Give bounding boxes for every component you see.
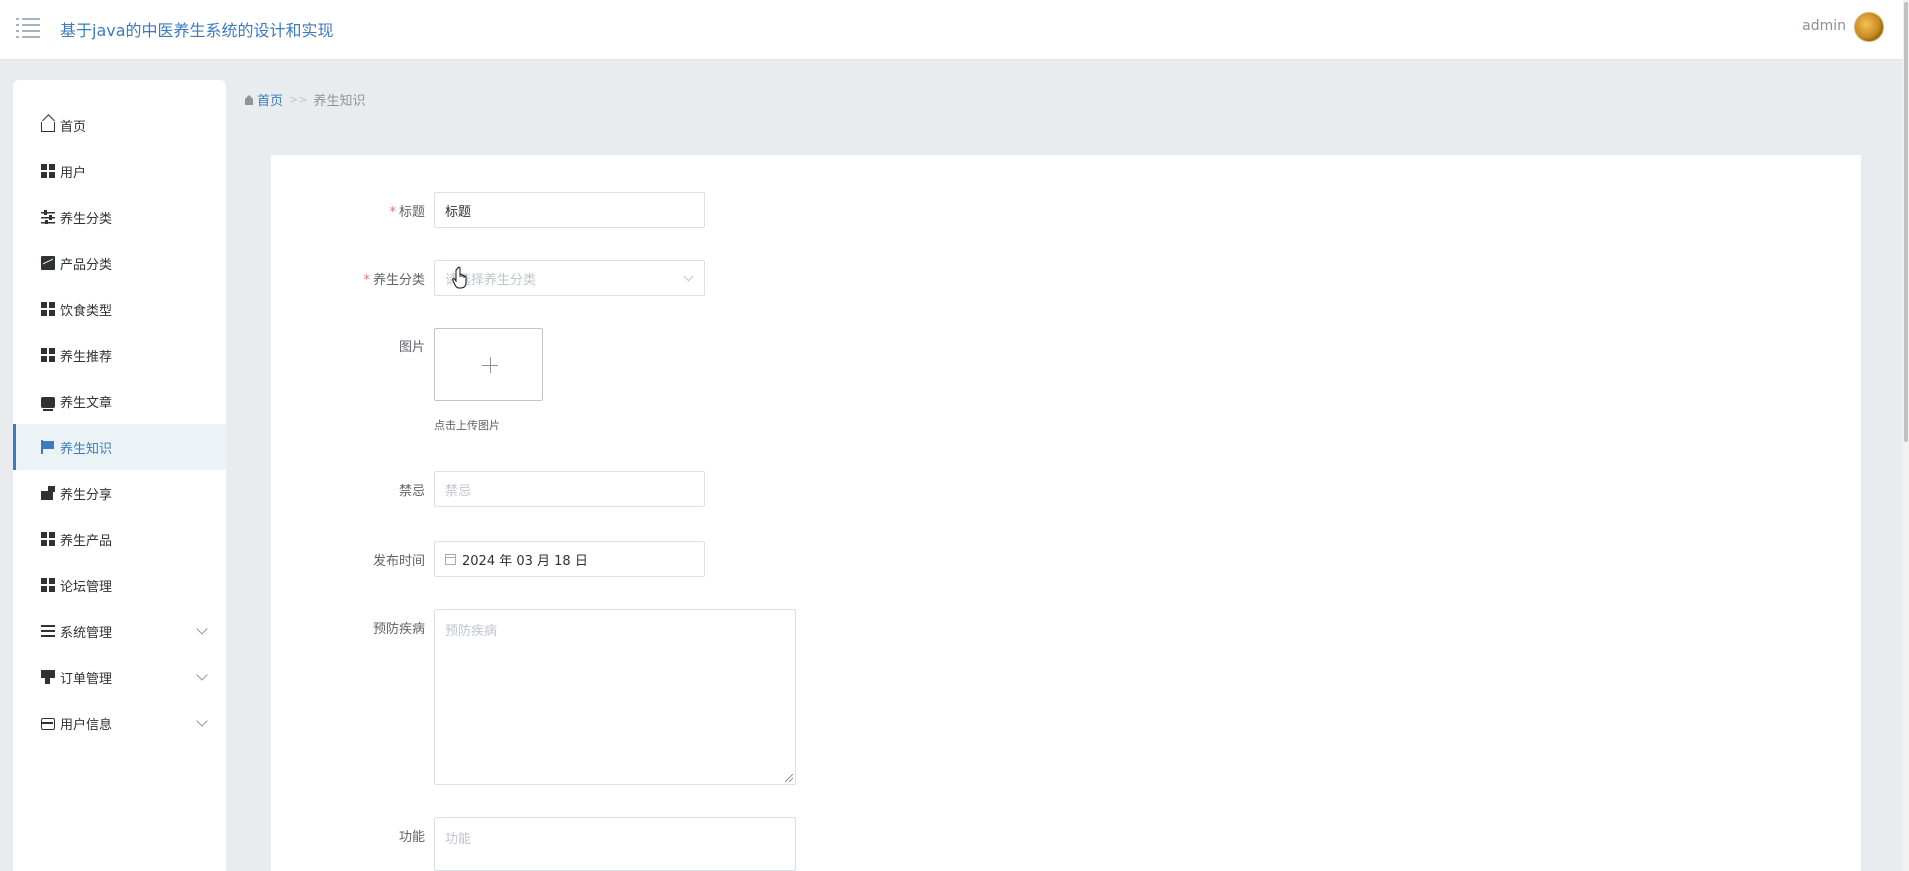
chart-icon	[41, 256, 55, 270]
sidebar-item-health-category[interactable]: 养生分类	[13, 194, 226, 240]
prevention-textarea[interactable]: 预防疾病	[434, 609, 796, 785]
sidebar-item-label: 用户	[60, 165, 87, 181]
sidebar-item-share[interactable]: 养生分享	[13, 470, 226, 516]
card-icon	[41, 718, 55, 730]
sliders-icon	[41, 210, 55, 224]
chevron-down-icon	[196, 669, 208, 681]
menu-toggle-icon[interactable]	[16, 16, 40, 38]
sidebar-item-articles[interactable]: 养生文章	[13, 378, 226, 424]
breadcrumb-home-link[interactable]: 首页	[257, 90, 283, 109]
sidebar-item-recommendation[interactable]: 养生推荐	[13, 332, 226, 378]
chevron-down-icon	[683, 271, 694, 282]
sidebar-item-product-category[interactable]: 产品分类	[13, 240, 226, 286]
taboo-label: 禁忌	[398, 484, 425, 499]
calendar-icon	[445, 553, 456, 565]
sidebar-item-system[interactable]: 系统管理	[13, 608, 226, 654]
form-card: * 标题 标题 * 养生分类 请选择养生分类 图片 点击上传图片 禁忌 禁忌 发布时…	[271, 155, 1861, 871]
function-textarea[interactable]: 功能	[434, 817, 796, 871]
resize-handle-icon[interactable]	[785, 774, 793, 782]
list-icon	[41, 624, 55, 638]
form-row-function: 功能 功能	[271, 817, 1171, 871]
scrollbar-thumb[interactable]	[1904, 2, 1908, 442]
breadcrumb-current: 养生知识	[313, 94, 366, 109]
sidebar-item-users[interactable]: 用户	[13, 148, 226, 194]
sidebar-item-label: 养生分类	[60, 211, 113, 227]
form-row-title: * 标题 标题	[271, 192, 1171, 228]
upload-hint: 点击上传图片	[434, 419, 500, 432]
sidebar-item-home[interactable]: 首页	[13, 102, 226, 148]
grid-icon	[41, 348, 55, 362]
sidebar-item-diet-type[interactable]: 饮食类型	[13, 286, 226, 332]
avatar[interactable]	[1854, 12, 1884, 42]
category-select[interactable]: 请选择养生分类	[434, 260, 705, 296]
sidebar-item-knowledge[interactable]: 养生知识	[13, 424, 226, 470]
grid-icon	[41, 578, 55, 592]
hand-cursor-icon	[452, 266, 467, 289]
taboo-input[interactable]: 禁忌	[434, 471, 705, 507]
sidebar-item-forum[interactable]: 论坛管理	[13, 562, 226, 608]
user-name[interactable]: admin	[1802, 18, 1846, 34]
sidebar-item-label: 养生文章	[60, 395, 113, 411]
home-icon	[41, 122, 55, 132]
form-row-taboo: 禁忌 禁忌	[271, 471, 1171, 507]
chevron-down-icon	[196, 623, 208, 635]
sidebar: 首页 用户 养生分类 产品分类 饮食类型 养生推荐 养生文章 养生知识 养生分享…	[13, 80, 226, 871]
article-icon	[41, 396, 55, 411]
page-scrollbar[interactable]	[1903, 0, 1909, 871]
function-label: 功能	[398, 830, 425, 845]
image-upload-button[interactable]	[434, 328, 543, 401]
sidebar-item-label: 养生产品	[60, 533, 113, 549]
sidebar-item-user-info[interactable]: 用户信息	[13, 700, 226, 746]
breadcrumb: 首页 >> 养生知识	[244, 90, 365, 109]
sidebar-item-label: 订单管理	[60, 671, 113, 687]
app-title: 基于java的中医养生系统的设计和实现	[60, 21, 334, 40]
sidebar-item-label: 论坛管理	[60, 579, 113, 595]
prevention-label: 预防疾病	[372, 622, 425, 637]
category-label-text: 养生分类	[372, 273, 425, 288]
order-icon	[41, 670, 55, 684]
form-row-prevention: 预防疾病 预防疾病	[271, 609, 1171, 785]
category-label: * 养生分类	[285, 269, 425, 288]
form-row-publish-time: 发布时间 2024 年 03 月 18 日	[271, 541, 1171, 577]
required-mark: *	[363, 273, 370, 288]
sidebar-item-label: 养生分享	[60, 487, 113, 503]
flag-icon	[41, 440, 55, 454]
grid-icon	[41, 164, 55, 178]
title-label: * 标题	[285, 201, 425, 220]
sidebar-item-label: 饮食类型	[60, 303, 113, 319]
grid-icon	[41, 532, 55, 546]
required-mark: *	[389, 205, 396, 220]
breadcrumb-separator: >>	[289, 93, 308, 106]
image-label: 图片	[398, 340, 425, 355]
grid-icon	[41, 302, 55, 316]
title-label-text: 标题	[398, 205, 425, 220]
sidebar-item-orders[interactable]: 订单管理	[13, 654, 226, 700]
top-header: 基于java的中医养生系统的设计和实现 admin	[0, 0, 1909, 60]
sidebar-item-products[interactable]: 养生产品	[13, 516, 226, 562]
sidebar-item-label: 产品分类	[60, 257, 113, 273]
form-row-image: 图片 点击上传图片	[271, 328, 1171, 438]
publish-time-label: 发布时间	[372, 554, 425, 569]
publish-time-picker[interactable]: 2024 年 03 月 18 日	[434, 541, 705, 577]
chevron-down-icon	[196, 715, 208, 727]
title-input[interactable]: 标题	[434, 192, 705, 228]
sidebar-item-label: 系统管理	[60, 625, 113, 641]
share-icon	[41, 486, 55, 500]
publish-time-value: 2024 年 03 月 18 日	[462, 553, 588, 569]
prevention-placeholder: 预防疾病	[445, 624, 498, 639]
sidebar-item-label: 用户信息	[60, 717, 113, 733]
sidebar-item-label: 首页	[60, 119, 87, 135]
home-icon	[244, 94, 254, 105]
sidebar-item-label: 养生知识	[60, 441, 113, 457]
form-row-category: * 养生分类 请选择养生分类	[271, 260, 1171, 296]
function-placeholder: 功能	[445, 832, 472, 847]
sidebar-item-label: 养生推荐	[60, 349, 113, 365]
